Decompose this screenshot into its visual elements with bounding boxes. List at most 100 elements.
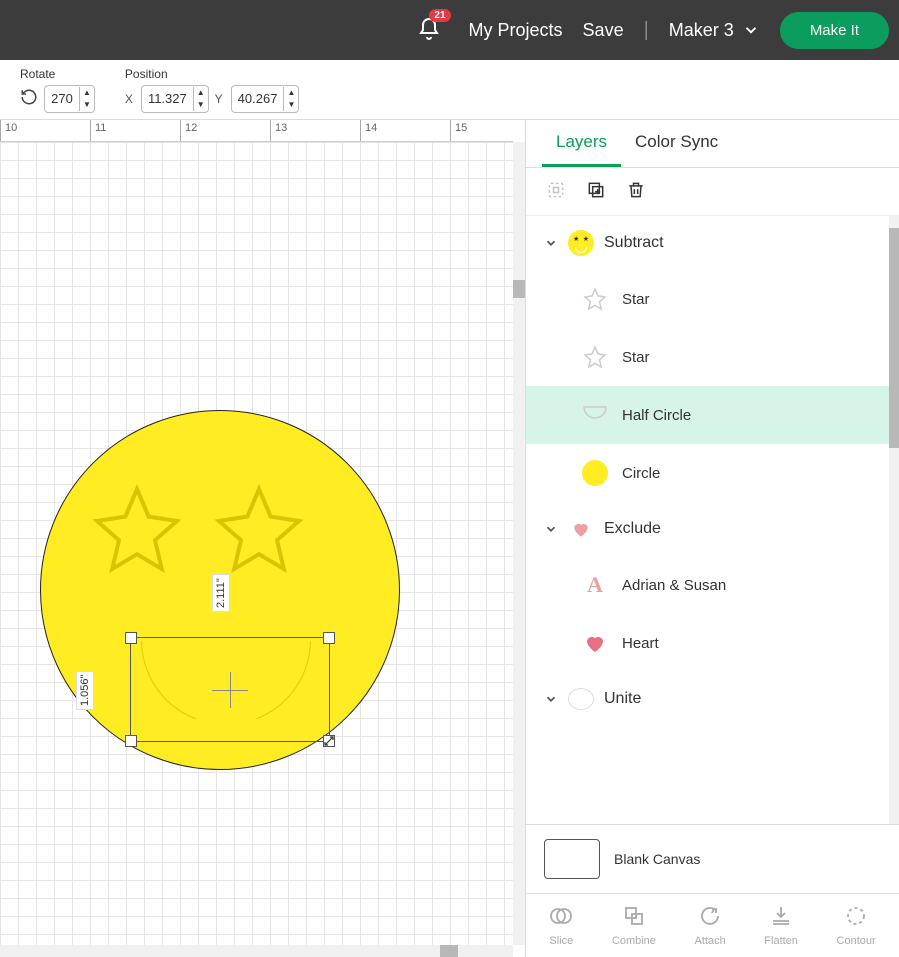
rotate-input[interactable]: 270 ▲▼ (44, 85, 95, 113)
rotate-icon[interactable] (20, 88, 38, 109)
tab-layers[interactable]: Layers (542, 120, 621, 167)
chevron-down-icon (544, 522, 558, 536)
ruler-tick: 12 (180, 120, 270, 141)
ruler-tick: 14 (360, 120, 450, 141)
top-bar: 21 My Projects Save | Maker 3 Make It (0, 0, 899, 60)
bottom-tools: Slice Combine Attach Flatten Contour (526, 893, 899, 957)
properties-bar: Rotate 270 ▲▼ Position X 11.327 ▲▼ Y 40.… (0, 60, 899, 120)
resize-handle-br[interactable] (323, 735, 335, 747)
combine-icon (622, 904, 646, 931)
group-icon: ★★ (568, 230, 594, 256)
duplicate-button[interactable] (586, 180, 606, 203)
layer-item[interactable]: Star (526, 270, 899, 328)
layer-item[interactable]: A Adrian & Susan (526, 556, 899, 614)
layer-name-label: Circle (622, 465, 660, 482)
layer-thumb-icon (582, 402, 608, 428)
layers-list: ★★ Subtract Star Star Half Circle Circle Exclu… (526, 216, 899, 824)
delete-button[interactable] (626, 180, 646, 203)
group-icon (568, 516, 594, 542)
canvas-area[interactable]: 101112131415 2.111" 1.056" (0, 120, 525, 957)
flatten-icon (769, 904, 793, 931)
tool-combine[interactable]: Combine (612, 904, 656, 947)
layer-thumb-icon: A (582, 572, 608, 598)
panel-tabs: Layers Color Sync (526, 120, 899, 168)
resize-icon (324, 736, 334, 746)
layer-name-label: Star (622, 291, 650, 308)
layer-item[interactable]: Heart (526, 614, 899, 672)
layer-item[interactable]: Star (526, 328, 899, 386)
tool-label: Flatten (764, 935, 798, 947)
notifications-button[interactable]: 21 (417, 17, 441, 44)
layer-name-label: Adrian & Susan (622, 577, 726, 594)
tool-slice[interactable]: Slice (549, 904, 573, 947)
layer-name-label: Star (622, 349, 650, 366)
x-input[interactable]: 11.327 ▲▼ (141, 85, 209, 113)
position-label: Position (125, 67, 299, 81)
blank-canvas-label: Blank Canvas (614, 851, 700, 867)
group-label: Subtract (604, 234, 664, 252)
ruler-tick: 13 (270, 120, 360, 141)
make-it-button[interactable]: Make It (780, 12, 889, 49)
rotate-label: Rotate (20, 67, 95, 81)
contour-icon (844, 904, 868, 931)
star-eye-right (211, 481, 307, 577)
y-input[interactable]: 40.267 ▲▼ (231, 85, 300, 113)
tool-label: Attach (695, 935, 726, 947)
tool-label: Contour (837, 935, 876, 947)
side-panel: Layers Color Sync ★★ Subtract Star Star Half… (525, 120, 899, 957)
attach-icon (698, 904, 722, 931)
star-eye-left (89, 481, 185, 577)
layer-item[interactable]: Half Circle (526, 386, 899, 444)
layer-name-label: Heart (622, 635, 659, 652)
layers-scroll-thumb[interactable] (889, 228, 899, 448)
canvas-footer[interactable]: Blank Canvas (526, 824, 899, 893)
layers-scrollbar[interactable] (889, 216, 899, 824)
vertical-scrollbar[interactable] (513, 142, 525, 945)
height-dimension-label: 1.056" (76, 671, 94, 710)
rotate-stepper[interactable]: ▲▼ (79, 87, 94, 111)
horizontal-scroll-thumb[interactable] (440, 945, 458, 957)
machine-selector[interactable]: Maker 3 (669, 20, 760, 41)
y-value: 40.267 (232, 91, 284, 106)
separator: | (644, 19, 649, 42)
layer-thumb-icon (582, 630, 608, 656)
x-value: 11.327 (142, 91, 193, 106)
x-stepper[interactable]: ▲▼ (193, 87, 208, 111)
vertical-scroll-thumb[interactable] (513, 280, 525, 298)
y-stepper[interactable]: ▲▼ (283, 87, 298, 111)
my-projects-link[interactable]: My Projects (469, 20, 563, 41)
tool-contour[interactable]: Contour (837, 904, 876, 947)
ruler-tick: 11 (90, 120, 180, 141)
horizontal-scrollbar[interactable] (0, 945, 513, 957)
rotate-value: 270 (45, 91, 79, 106)
layer-item[interactable]: Circle (526, 444, 899, 502)
y-label: Y (215, 92, 223, 106)
chevron-down-icon (544, 692, 558, 706)
layer-group-head[interactable]: Unite (526, 672, 899, 726)
tab-color-sync[interactable]: Color Sync (621, 120, 732, 167)
machine-label: Maker 3 (669, 20, 734, 41)
width-dimension-label: 2.111" (212, 574, 230, 612)
layer-thumb-icon (582, 286, 608, 312)
resize-handle-tl[interactable] (125, 632, 137, 644)
slice-icon (549, 904, 573, 931)
layer-thumb-icon (582, 460, 608, 486)
selection-box[interactable] (130, 637, 330, 742)
resize-handle-bl[interactable] (125, 735, 137, 747)
layer-name-label: Half Circle (622, 407, 691, 424)
group-button[interactable] (546, 180, 566, 203)
group-icon (568, 686, 594, 712)
chevron-down-icon (742, 21, 760, 39)
layers-toolbar (526, 168, 899, 216)
tool-flatten[interactable]: Flatten (764, 904, 798, 947)
ruler-tick: 10 (0, 120, 90, 141)
group-label: Unite (604, 690, 641, 708)
group-label: Exclude (604, 520, 661, 538)
tool-attach[interactable]: Attach (695, 904, 726, 947)
layer-group-head[interactable]: Exclude (526, 502, 899, 556)
resize-handle-tr[interactable] (323, 632, 335, 644)
chevron-down-icon (544, 236, 558, 250)
layer-group-head[interactable]: ★★ Subtract (526, 216, 899, 270)
tool-label: Slice (549, 935, 573, 947)
save-button[interactable]: Save (583, 20, 624, 41)
